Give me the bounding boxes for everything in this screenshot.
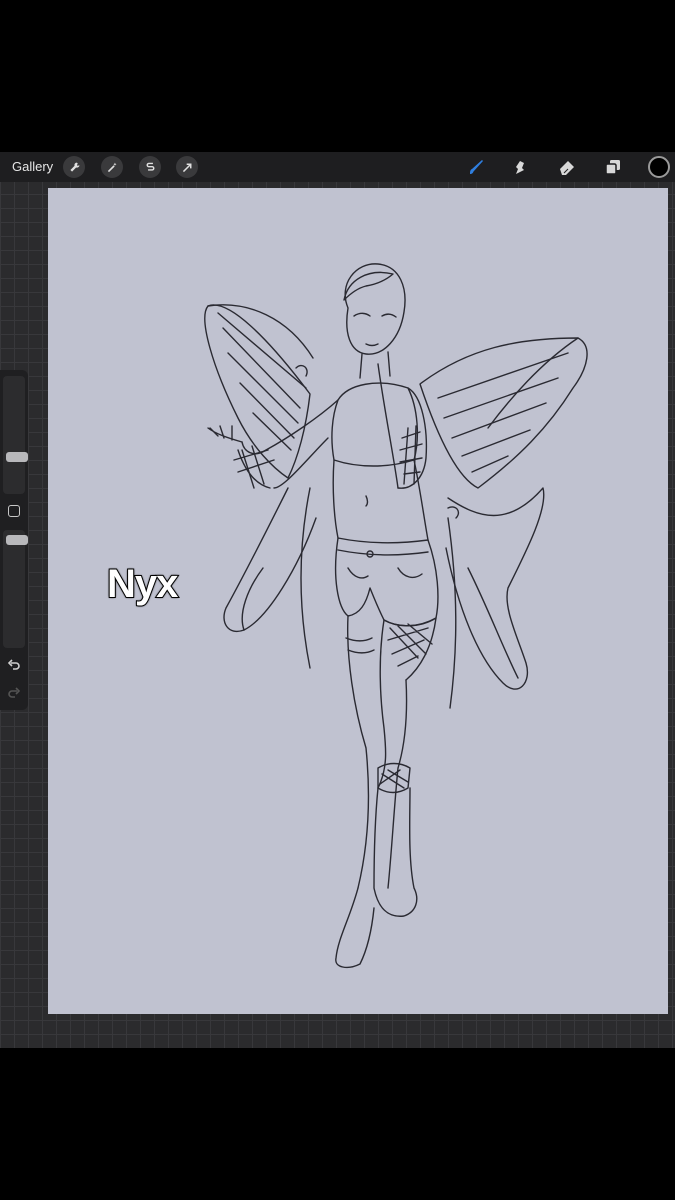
eraser-icon[interactable] bbox=[555, 155, 579, 179]
adjustments-magic-wand-icon[interactable] bbox=[101, 156, 123, 178]
modify-square-button[interactable] bbox=[8, 505, 20, 517]
left-sidebar bbox=[0, 370, 28, 710]
top-toolbar: Gallery bbox=[0, 152, 675, 182]
actions-wrench-icon[interactable] bbox=[63, 156, 85, 178]
opacity-slider[interactable] bbox=[3, 530, 28, 648]
brush-size-slider[interactable] bbox=[3, 376, 28, 494]
transform-arrow-icon[interactable] bbox=[176, 156, 198, 178]
procreate-app: Gallery bbox=[0, 152, 675, 1048]
redo-icon[interactable] bbox=[6, 686, 22, 700]
brush-size-thumb[interactable] bbox=[6, 452, 28, 462]
selection-s-icon[interactable] bbox=[139, 156, 161, 178]
color-picker-button[interactable] bbox=[648, 156, 670, 178]
character-name-caption: Nyx bbox=[106, 561, 179, 607]
opacity-thumb[interactable] bbox=[6, 535, 28, 545]
layers-icon[interactable] bbox=[601, 155, 625, 179]
gallery-button[interactable]: Gallery bbox=[12, 159, 53, 174]
brush-icon[interactable] bbox=[464, 155, 488, 179]
undo-icon[interactable] bbox=[6, 658, 22, 672]
smudge-icon[interactable] bbox=[508, 155, 532, 179]
